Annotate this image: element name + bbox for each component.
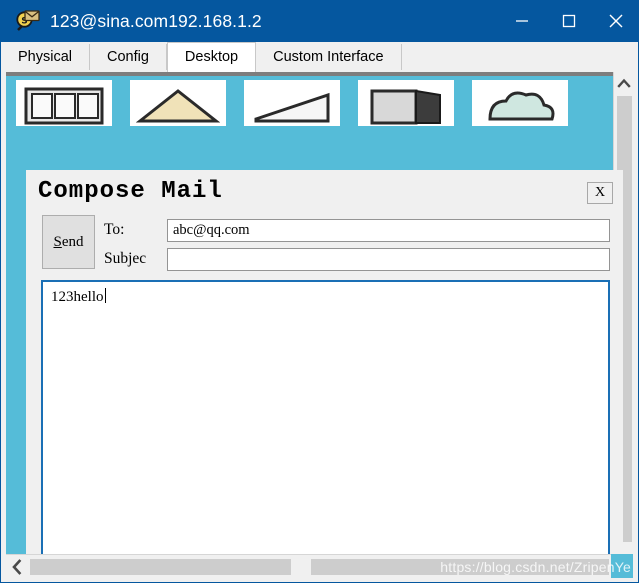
to-input[interactable]: abc@qq.com (167, 218, 610, 242)
horizontal-scrollbar[interactable] (6, 554, 633, 578)
mail-body-text: 123hello (51, 289, 104, 305)
desktop-icon-2[interactable] (130, 80, 226, 126)
minimize-icon (515, 20, 528, 22)
minimize-button[interactable] (498, 0, 545, 42)
chevron-left-icon (12, 559, 22, 575)
compose-mail-heading: Compose Mail (38, 178, 223, 205)
packet-tracer-device-window: S 123@sina.com192.168.1.2 Physical Confi… (0, 0, 639, 583)
tab-desktop[interactable]: Desktop (166, 42, 257, 72)
tab-strip: Physical Config Desktop Custom Interface (0, 42, 639, 72)
to-field-row: To: abc@qq.com (104, 218, 610, 242)
close-icon (609, 14, 622, 28)
compose-mail-window: Compose Mail X Send To: abc@qq.com Subje… (26, 170, 623, 577)
subject-label: Subjec (104, 250, 147, 267)
horizontal-scroll-track-left[interactable] (30, 559, 291, 575)
subject-field-row: Subjec (104, 247, 610, 271)
terminal-icon (254, 92, 330, 123)
window-controls (498, 0, 639, 42)
tab-physical[interactable]: Physical (0, 44, 90, 70)
tab-custom-interface[interactable]: Custom Interface (256, 44, 402, 70)
mail-magnifier-icon: S (12, 8, 42, 34)
title-bar: S 123@sina.com192.168.1.2 (0, 0, 639, 42)
desktop-panel: Compose Mail X Send To: abc@qq.com Subje… (6, 72, 633, 577)
panel-top-edge (6, 72, 633, 76)
chevron-up-icon (617, 78, 631, 88)
desktop-icon-5[interactable] (472, 80, 568, 126)
maximize-icon (562, 14, 575, 28)
text-caret (104, 288, 106, 303)
tab-config[interactable]: Config (90, 44, 167, 70)
desktop-icon-row (16, 80, 606, 126)
maximize-button[interactable] (545, 0, 592, 42)
desktop-icon-3[interactable] (244, 80, 340, 126)
mail-body-textarea[interactable]: 123hello (41, 280, 610, 577)
horizontal-scroll-track-right[interactable] (311, 559, 609, 575)
dial-up-icon (136, 89, 220, 123)
compose-close-button[interactable]: X (587, 182, 613, 204)
scrollbar-corner (611, 554, 633, 578)
send-label-rest: end (61, 233, 84, 250)
desktop-icon-1[interactable] (16, 80, 112, 126)
to-label: To: (104, 221, 125, 238)
web-browser-icon (488, 91, 555, 121)
scroll-up-button[interactable] (614, 72, 633, 94)
scroll-left-button[interactable] (6, 555, 28, 579)
window-title: 123@sina.com192.168.1.2 (50, 10, 262, 31)
ip-configuration-icon (24, 87, 104, 125)
close-button[interactable] (592, 0, 639, 42)
desktop-icon-4[interactable] (358, 80, 454, 126)
send-button[interactable]: Send (42, 215, 95, 269)
command-prompt-icon (370, 89, 441, 125)
subject-input[interactable] (167, 247, 610, 271)
send-accesskey: S (53, 233, 62, 250)
